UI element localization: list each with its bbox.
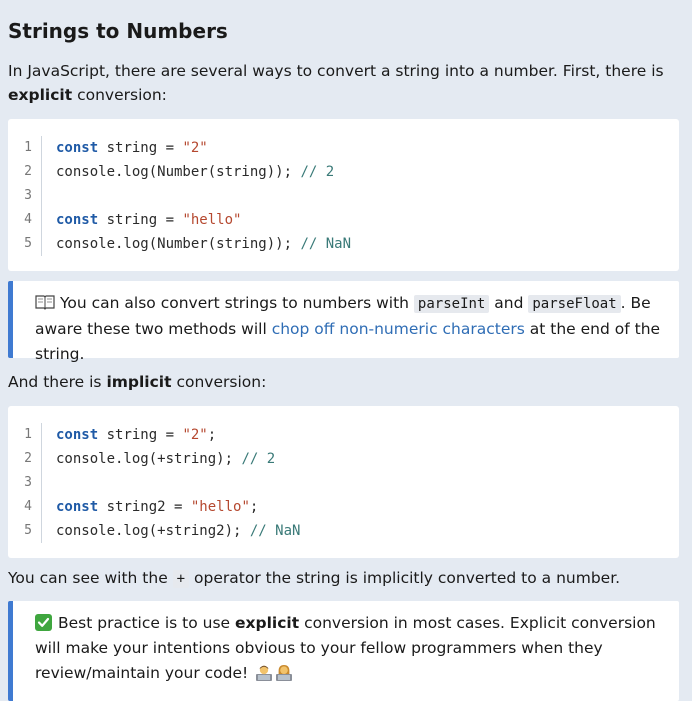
code-token: // NaN (249, 523, 301, 539)
code-token: console.log(Number(string)); (56, 164, 301, 180)
code-token: // NaN (300, 236, 352, 252)
code-text: const string2 = "hello"; (42, 495, 258, 519)
code-text: console.log(Number(string)); // NaN (42, 232, 351, 256)
implicit-text: And there is (8, 373, 107, 391)
line-number: 4 (0, 495, 42, 519)
code1-line: 4 const string = "hello" (8, 208, 679, 232)
code-token: ; (249, 499, 259, 515)
code1-line: 2 console.log(Number(string)); // 2 (8, 160, 679, 184)
callout1-text-2: and (489, 294, 529, 312)
code2-line: 5 console.log(+string2); // NaN (8, 519, 679, 543)
code-token: const (56, 499, 99, 515)
line-number: 1 (0, 136, 42, 160)
code-text: console.log(+string); // 2 (42, 447, 275, 471)
code-token: // 2 (300, 164, 335, 180)
operator-text-2: operator the string is implicitly conver… (189, 569, 621, 587)
callout-best-practice: Best practice is to use explicit convers… (8, 601, 679, 701)
code-token: console.log(Number(string)); (56, 236, 301, 252)
callout2-bold: explicit (235, 614, 300, 632)
code1-line: 5 console.log(Number(string)); // NaN (8, 232, 679, 256)
book-icon (35, 295, 55, 310)
code-block-implicit[interactable]: 1 const string = "2"; 2 console.log(+string… (8, 406, 679, 558)
code-token: string = (98, 212, 183, 228)
woman-technologist-icon (276, 665, 293, 681)
code-token: "hello" (190, 499, 250, 515)
code-block-explicit[interactable]: 1 const string = "2" 2 console.log(Number(s… (8, 119, 679, 271)
code1-line: 3 (8, 184, 679, 208)
code-token: const (56, 212, 99, 228)
intro-paragraph: In JavaScript, there are several ways to… (8, 59, 684, 107)
implicit-bold: implicit (106, 373, 172, 391)
page-title: Strings to Numbers (8, 19, 228, 43)
line-number: 1 (0, 423, 42, 447)
code2-line: 3 (8, 471, 679, 495)
inline-code-plus: + (172, 570, 190, 588)
code-token: ; (207, 427, 217, 443)
code2-line: 2 console.log(+string); // 2 (8, 447, 679, 471)
code-token: string = (98, 427, 183, 443)
callout-parse-methods: You can also convert strings to numbers … (8, 281, 679, 363)
code-token: console.log(+string); (56, 451, 242, 467)
inline-code-parseint: parseInt (413, 295, 490, 313)
code-token: const (56, 427, 99, 443)
implicit-paragraph: And there is implicit conversion: (8, 370, 684, 394)
code-text: const string = "hello" (42, 208, 241, 232)
line-number: 4 (0, 208, 42, 232)
intro-bold: explicit (8, 86, 73, 104)
code1-line: 1 const string = "2" (8, 136, 679, 160)
code2-line: 4 const string2 = "hello"; (8, 495, 679, 519)
callout2-text-1: Best practice is to use (58, 614, 236, 632)
man-technologist-icon (256, 665, 273, 681)
code-token: const (56, 140, 99, 156)
code-token: string2 = (98, 499, 191, 515)
callout1-text-1: You can also convert strings to numbers … (60, 294, 414, 312)
line-number: 5 (0, 519, 42, 543)
line-number: 2 (0, 160, 42, 184)
code-token: string = (98, 140, 183, 156)
article: Strings to Numbers In JavaScript, there … (0, 0, 692, 701)
code2-line: 1 const string = "2"; (8, 423, 679, 447)
code-token: "2" (182, 427, 208, 443)
chop-off-link[interactable]: chop off non-numeric characters (272, 320, 525, 338)
intro-text: In JavaScript, there are several ways to… (8, 62, 664, 80)
code-token: console.log(+string2); (56, 523, 250, 539)
implicit-tail: conversion: (171, 373, 267, 391)
code-text: console.log(+string2); // NaN (42, 519, 300, 543)
code-text: const string = "2" (42, 136, 208, 160)
code-token: // 2 (241, 451, 276, 467)
intro-tail: conversion: (72, 86, 167, 104)
line-number: 5 (0, 232, 42, 256)
inline-code-parsefloat: parseFloat (528, 295, 621, 313)
code-token: "hello" (182, 212, 242, 228)
code-text: console.log(Number(string)); // 2 (42, 160, 334, 184)
line-number: 2 (0, 447, 42, 471)
operator-text-1: You can see with the (8, 569, 173, 587)
line-number: 3 (0, 471, 42, 495)
code-text: const string = "2"; (42, 423, 216, 447)
code-token: "2" (182, 140, 208, 156)
operator-paragraph: You can see with the + operator the stri… (8, 566, 684, 591)
line-number: 3 (0, 184, 42, 208)
check-mark-icon (35, 614, 52, 631)
